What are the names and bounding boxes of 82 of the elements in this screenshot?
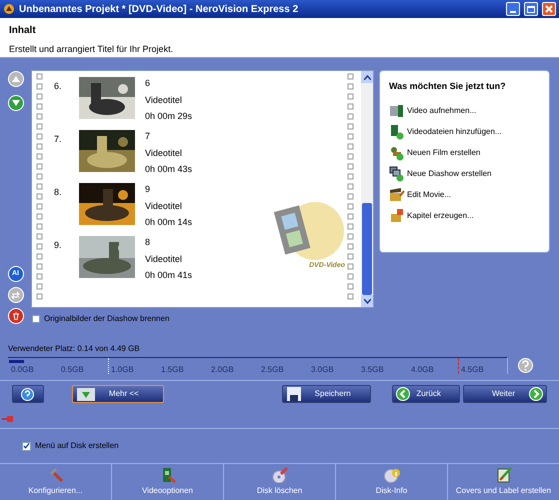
checkbox-label: Originalbilder der Diashow brennen xyxy=(44,313,170,325)
toolbar-button[interactable]: Disk-Info xyxy=(336,464,448,500)
title-duration: 0h 00m 43s xyxy=(145,163,192,176)
title-duration: 0h 00m 29s xyxy=(145,110,192,123)
title-name: 7 xyxy=(145,130,152,143)
task-link[interactable]: Videodateien hinzufügen... xyxy=(407,126,502,138)
delete-button[interactable] xyxy=(8,308,24,324)
toolbar-button[interactable]: Disk löschen xyxy=(224,464,336,500)
cover-edit-icon xyxy=(496,467,512,483)
task-link[interactable]: Neue Diashow erstellen xyxy=(407,168,492,180)
section-title: Inhalt xyxy=(9,24,37,38)
title-type: Videotitel xyxy=(145,200,183,212)
scroll-thumb[interactable] xyxy=(362,203,372,295)
help-button[interactable] xyxy=(12,385,44,403)
swap-arrows-icon xyxy=(11,290,20,300)
task-link[interactable]: Kapitel erzeugen... xyxy=(407,210,474,222)
film-reel-add-icon[interactable] xyxy=(389,145,405,161)
up-arrow-icon xyxy=(12,76,20,82)
scroll-up-icon[interactable] xyxy=(364,74,370,80)
title-type: Videotitel xyxy=(145,146,183,160)
scale-label: 0.5GB xyxy=(61,364,84,376)
task-link[interactable]: Video aufnehmen... xyxy=(407,105,476,117)
floppy-icon xyxy=(286,387,301,401)
down-arrow-icon xyxy=(12,100,20,106)
window-title: Unbenanntes Projekt * [DVD-Video] - NeroVision Express 2 xyxy=(19,2,300,16)
next-button[interactable]: Weiter xyxy=(463,385,547,403)
item-number: 8. xyxy=(54,186,63,199)
title-type: Videotitel xyxy=(145,252,183,266)
minimize-button[interactable] xyxy=(506,2,520,16)
image-icon xyxy=(76,388,95,400)
title-name: 9 xyxy=(145,183,152,196)
help-icon[interactable] xyxy=(518,358,533,373)
toolbar-button[interactable]: Videooptionen xyxy=(112,464,224,500)
scale-label: 0.0GB xyxy=(11,364,34,376)
scale-label: 2.0GB xyxy=(211,364,234,376)
back-button[interactable]: Zurück xyxy=(392,385,460,403)
camera-icon[interactable] xyxy=(389,103,405,119)
chapter-icon[interactable] xyxy=(389,208,405,224)
hammer-icon xyxy=(48,467,64,483)
toolbar-button[interactable]: Covers und Label erstellen xyxy=(448,464,559,500)
title-name: 6 xyxy=(145,77,152,90)
move-down-button[interactable] xyxy=(8,95,24,111)
slides-add-icon[interactable] xyxy=(389,166,405,182)
close-button[interactable] xyxy=(542,2,556,16)
item-number: 9. xyxy=(54,239,63,252)
task-link[interactable]: Neuen Film erstellen xyxy=(407,147,480,159)
scale-label: 4.0GB xyxy=(411,364,434,376)
more-button[interactable]: Mehr << xyxy=(72,385,164,403)
limit-marker xyxy=(458,358,459,374)
checkbox-label: Menü auf Disk erstellen xyxy=(35,440,119,452)
scale-label: 2.5GB xyxy=(261,364,284,376)
scale-label: 3.0GB xyxy=(311,364,334,376)
toolbar-button[interactable]: Konfigurieren... xyxy=(0,464,112,500)
save-button[interactable]: Speichern xyxy=(282,385,372,403)
section-subtitle: Erstellt und arrangiert Titel für Ihr Projekt. xyxy=(9,43,174,56)
trash-icon xyxy=(12,312,20,320)
item-number: 6. xyxy=(54,80,63,93)
scale-label: 1.0GB xyxy=(111,364,134,376)
checkbox[interactable] xyxy=(22,442,31,450)
disc-info-icon xyxy=(384,467,400,483)
title-duration: 0h 00m 14s xyxy=(145,216,192,229)
scale-label: 1.5GB xyxy=(161,364,184,376)
scale-label: 3.5GB xyxy=(361,364,384,376)
title-duration: 0h 00m 41s xyxy=(145,269,192,282)
scale-label: 4.5GB xyxy=(461,364,484,376)
film-add-icon[interactable] xyxy=(389,124,405,140)
scrollbar[interactable] xyxy=(361,71,373,307)
task-link[interactable]: Edit Movie... xyxy=(407,189,452,201)
clapper-icon[interactable] xyxy=(389,187,405,203)
panel-title: Was möchten Sie jetzt tun? xyxy=(389,80,507,93)
help-icon xyxy=(21,388,34,400)
film-strip-logo-icon xyxy=(271,199,345,261)
scroll-down-icon[interactable] xyxy=(364,298,370,304)
title-name: 8 xyxy=(145,236,152,249)
title-type: Videotitel xyxy=(145,94,183,106)
disc-eraser-icon xyxy=(272,467,288,483)
maximize-button[interactable] xyxy=(524,2,538,16)
item-number: 7. xyxy=(54,133,63,146)
checkbox[interactable] xyxy=(32,315,40,323)
disc-usage-label: Verwendeter Platz: 0.14 von 4.49 GB xyxy=(8,343,140,355)
app-icon xyxy=(3,3,15,15)
layer-marker xyxy=(108,358,109,374)
